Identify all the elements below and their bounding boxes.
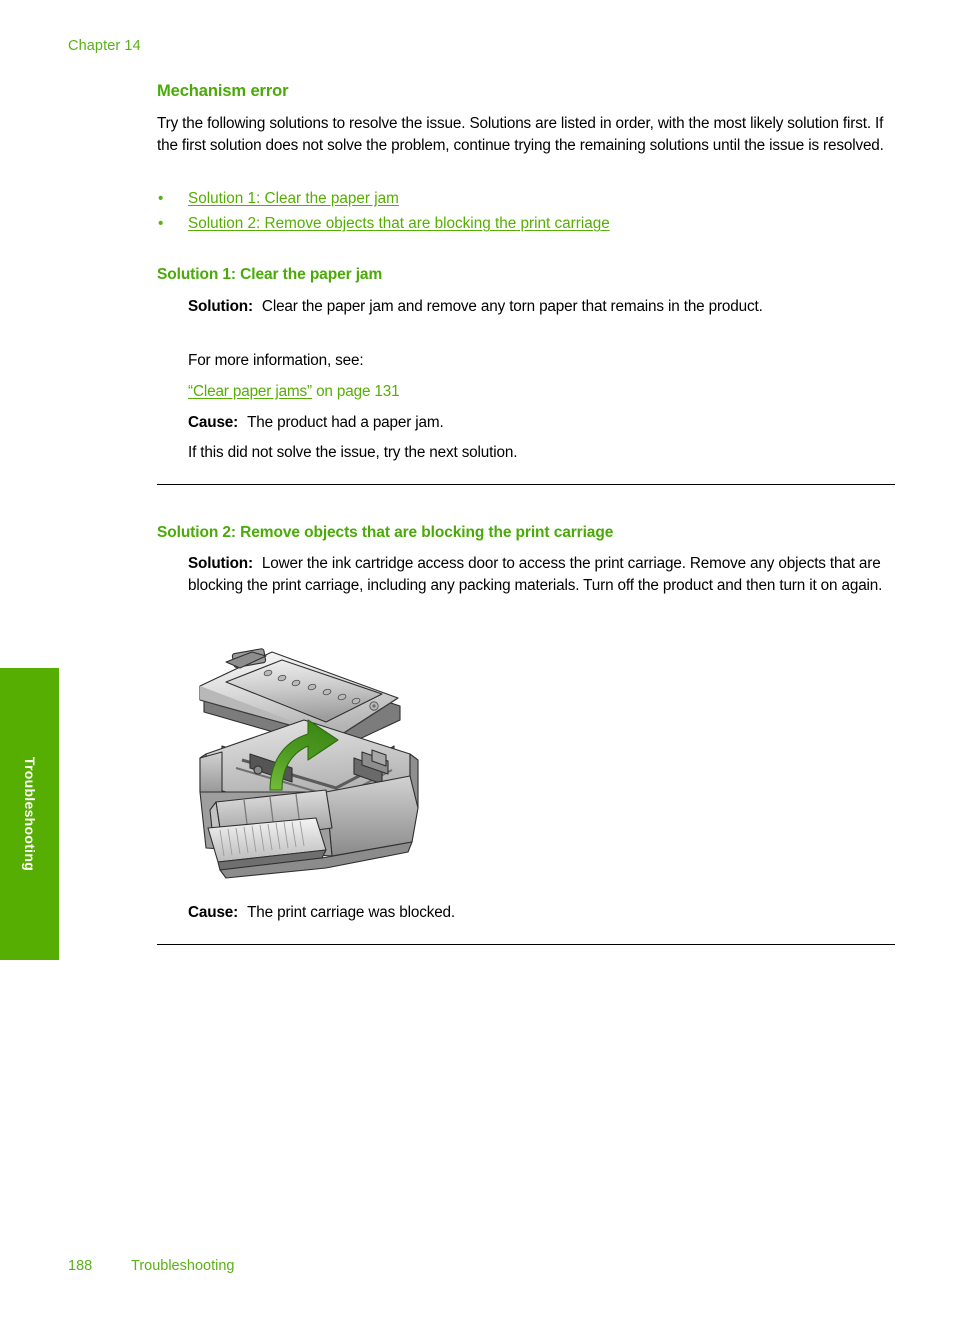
document-page: Chapter 14 Troubleshooting Mechanism err…: [0, 0, 954, 1321]
solution-1-solution-paragraph: Solution: Clear the paper jam and remove …: [188, 296, 895, 318]
solution-1-heading: Solution 1: Clear the paper jam: [157, 266, 383, 283]
footer-page-number: 188: [68, 1258, 93, 1274]
cause-text: The print carriage was blocked.: [247, 904, 456, 921]
cause-text: The product had a paper jam.: [247, 414, 444, 431]
section-divider-top: [157, 484, 895, 485]
page-title: Mechanism error: [157, 82, 289, 100]
printer-illustration: [186, 642, 431, 887]
solution-2-cause-paragraph: Cause: The print carriage was blocked.: [188, 902, 895, 924]
solution-label: Solution:: [188, 555, 253, 572]
side-thumb-tab-label: Troubleshooting: [21, 756, 38, 872]
bullet-icon: •: [158, 190, 164, 207]
cause-label: Cause:: [188, 904, 239, 921]
cross-reference-line: “Clear paper jams” on page 131: [188, 381, 895, 403]
footer-section-label: Troubleshooting: [131, 1258, 235, 1274]
solution-label: Solution:: [188, 298, 253, 315]
side-thumb-tab: Troubleshooting: [0, 668, 59, 960]
link-solution-2[interactable]: Solution 2: Remove objects that are bloc…: [188, 215, 610, 232]
more-information-line: For more information, see:: [188, 352, 364, 369]
running-head-chapter: Chapter 14: [68, 38, 141, 54]
solutions-link-list: • Solution 1: Clear the paper jam • Solu…: [157, 186, 895, 236]
list-item: • Solution 2: Remove objects that are bl…: [157, 211, 895, 236]
solution-1-cause-paragraph: Cause: The product had a paper jam.: [188, 412, 895, 434]
page-footer: 188 Troubleshooting: [68, 1258, 234, 1274]
cause-label: Cause:: [188, 414, 239, 431]
solution-1-next-step: If this did not solve the issue, try the…: [188, 444, 518, 461]
solution-text: Clear the paper jam and remove any torn …: [261, 298, 763, 315]
solution-text: Lower the ink cartridge access door to a…: [188, 555, 883, 594]
bullet-icon: •: [158, 215, 164, 232]
intro-paragraph: Try the following solutions to resolve t…: [157, 115, 884, 154]
list-item: • Solution 1: Clear the paper jam: [157, 186, 895, 211]
solution-2-solution-paragraph: Solution: Lower the ink cartridge access …: [188, 553, 895, 596]
printer-diagram-svg: [199, 648, 419, 879]
solution-2-heading: Solution 2: Remove objects that are bloc…: [157, 524, 614, 541]
section-divider-bottom: [157, 944, 895, 945]
link-solution-1[interactable]: Solution 1: Clear the paper jam: [188, 190, 399, 207]
link-clear-paper-jams[interactable]: “Clear paper jams”: [188, 383, 312, 400]
cross-reference-page: on page 131: [311, 383, 400, 400]
